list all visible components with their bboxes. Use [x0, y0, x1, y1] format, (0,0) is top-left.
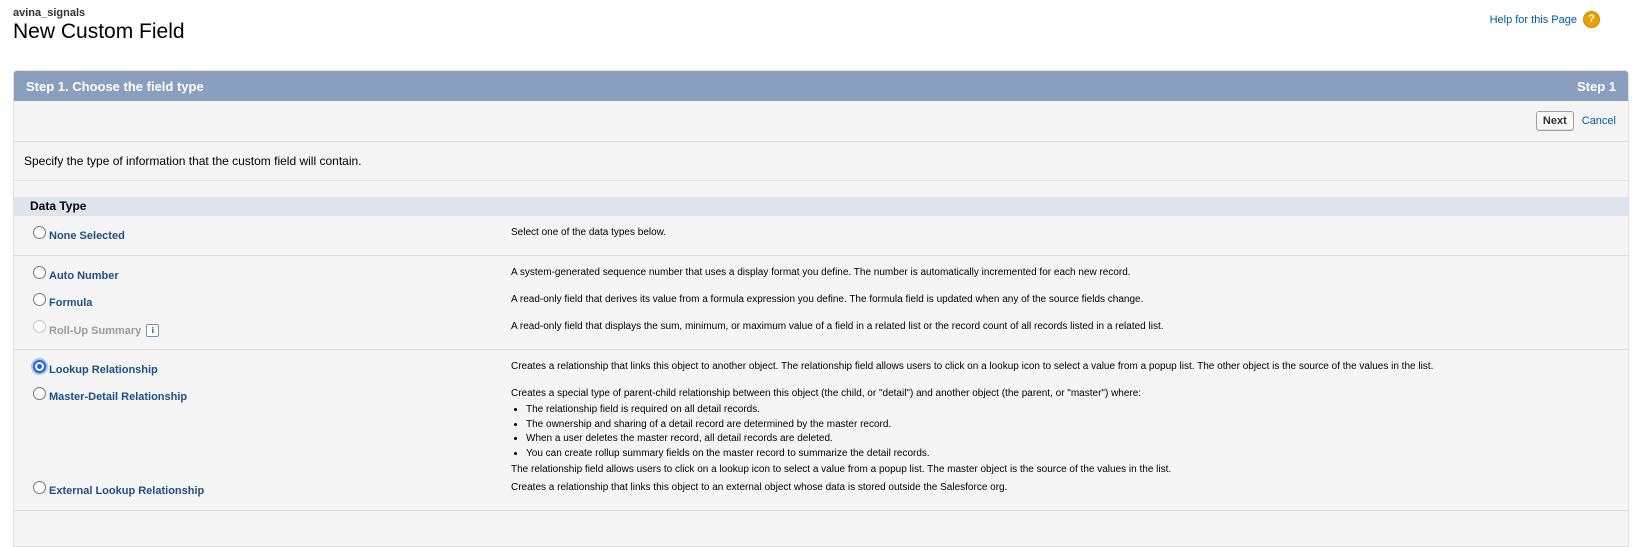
option-label-text: External Lookup Relationship — [49, 485, 205, 497]
step-indicator: Step 1 — [1576, 78, 1616, 94]
option-row-auto-number: Auto Number A system-generated sequence n… — [14, 262, 1628, 289]
description-text: A read-only field that derives its value… — [511, 294, 1144, 305]
description-footer: The relationship field allows users to c… — [511, 464, 1172, 475]
option-auto-number[interactable]: Auto Number — [14, 262, 511, 282]
section-header-data-type: Data Type — [14, 197, 1628, 216]
option-label-text: Lookup Relationship — [49, 364, 158, 376]
option-label[interactable]: Auto Number — [49, 270, 119, 282]
option-row-master-detail-relationship: Master-Detail Relationship Creates a spec… — [14, 383, 1628, 477]
description-bullet: The relationship field is required on al… — [526, 403, 1171, 418]
option-label[interactable]: Formula — [49, 297, 92, 309]
help-link[interactable]: Help for this Page ? — [1490, 11, 1600, 28]
step-title: Step 1. Choose the field type — [26, 78, 204, 94]
option-label: Roll-Up Summary i — [49, 324, 160, 337]
description-text: Creates a special type of parent-child r… — [511, 388, 1142, 399]
option-description: A read-only field that derives its value… — [511, 293, 1143, 307]
radio-lookup-relationship[interactable] — [33, 360, 46, 373]
help-icon: ? — [1583, 11, 1600, 28]
option-lookup-relationship[interactable]: Lookup Relationship — [14, 356, 511, 376]
option-label[interactable]: Lookup Relationship — [49, 364, 158, 376]
option-none-selected[interactable]: None Selected — [14, 222, 511, 242]
description-bullet: When a user deletes the master record, a… — [526, 432, 1171, 447]
option-roll-up-summary: Roll-Up Summary i — [14, 316, 511, 337]
option-label[interactable]: None Selected — [49, 230, 125, 242]
data-type-list: None Selected Select one of the data type… — [14, 216, 1628, 511]
description-bullet: You can create rollup summary fields on … — [526, 447, 1171, 462]
option-group: None Selected Select one of the data type… — [14, 216, 1628, 256]
option-group: Auto Number A system-generated sequence n… — [14, 256, 1628, 350]
description-text: A system-generated sequence number that … — [511, 267, 1131, 278]
option-master-detail-relationship[interactable]: Master-Detail Relationship — [14, 383, 511, 403]
option-label-text: Master-Detail Relationship — [49, 391, 188, 403]
option-description: A system-generated sequence number that … — [511, 266, 1131, 280]
option-description: Creates a special type of parent-child r… — [511, 387, 1171, 477]
intro-text: Specify the type of information that the… — [14, 142, 1628, 181]
cancel-link[interactable]: Cancel — [1582, 115, 1616, 127]
description-text: Select one of the data types below. — [511, 227, 667, 238]
option-label-text: Roll-Up Summary — [49, 325, 142, 337]
next-button[interactable]: Next — [1535, 111, 1574, 131]
option-label-text: None Selected — [49, 230, 125, 242]
radio-formula[interactable] — [33, 293, 46, 306]
description-text: Creates a relationship that links this o… — [511, 482, 1008, 493]
option-label-text: Auto Number — [49, 270, 119, 282]
radio-none-selected[interactable] — [33, 226, 46, 239]
option-description: Select one of the data types below. — [511, 226, 666, 240]
option-label-text: Formula — [49, 297, 93, 309]
page-title: New Custom Field — [13, 20, 185, 43]
option-label[interactable]: External Lookup Relationship — [49, 485, 204, 497]
option-group: Lookup Relationship Creates a relationshi… — [14, 350, 1628, 511]
info-icon[interactable]: i — [146, 324, 160, 337]
object-name: avina_signals — [13, 7, 86, 19]
step-panel: Step 1. Choose the field type Step 1 Nex… — [13, 70, 1629, 547]
option-formula[interactable]: Formula — [14, 289, 511, 309]
page-header: avina_signals New Custom Field — [13, 6, 185, 44]
description-bullets: The relationship field is required on al… — [511, 403, 1171, 461]
radio-external-lookup-relationship[interactable] — [33, 481, 46, 494]
option-label[interactable]: Master-Detail Relationship — [49, 391, 187, 403]
option-row-lookup-relationship: Lookup Relationship Creates a relationshi… — [14, 356, 1628, 383]
radio-master-detail-relationship[interactable] — [33, 387, 46, 400]
option-row-roll-up-summary: Roll-Up Summary i A read-only field that d… — [14, 316, 1628, 343]
radio-auto-number[interactable] — [33, 266, 46, 279]
description-text: A read-only field that displays the sum,… — [511, 321, 1164, 332]
option-external-lookup-relationship[interactable]: External Lookup Relationship — [14, 477, 511, 497]
option-row-none-selected: None Selected Select one of the data type… — [14, 222, 1628, 249]
option-description: Creates a relationship that links this o… — [511, 360, 1433, 374]
description-bullet: The ownership and sharing of a detail re… — [526, 418, 1171, 433]
option-row-formula: Formula A read-only field that derives it… — [14, 289, 1628, 316]
option-description: A read-only field that displays the sum,… — [511, 320, 1164, 334]
radio-roll-up-summary — [33, 320, 46, 333]
description-text: Creates a relationship that links this o… — [511, 361, 1434, 372]
help-link-label: Help for this Page — [1489, 13, 1577, 26]
option-row-external-lookup-relationship: External Lookup Relationship Creates a re… — [14, 477, 1628, 504]
button-row: Next Cancel — [14, 101, 1628, 142]
option-description: Creates a relationship that links this o… — [511, 481, 1007, 495]
step-bar: Step 1. Choose the field type Step 1 — [14, 71, 1628, 101]
